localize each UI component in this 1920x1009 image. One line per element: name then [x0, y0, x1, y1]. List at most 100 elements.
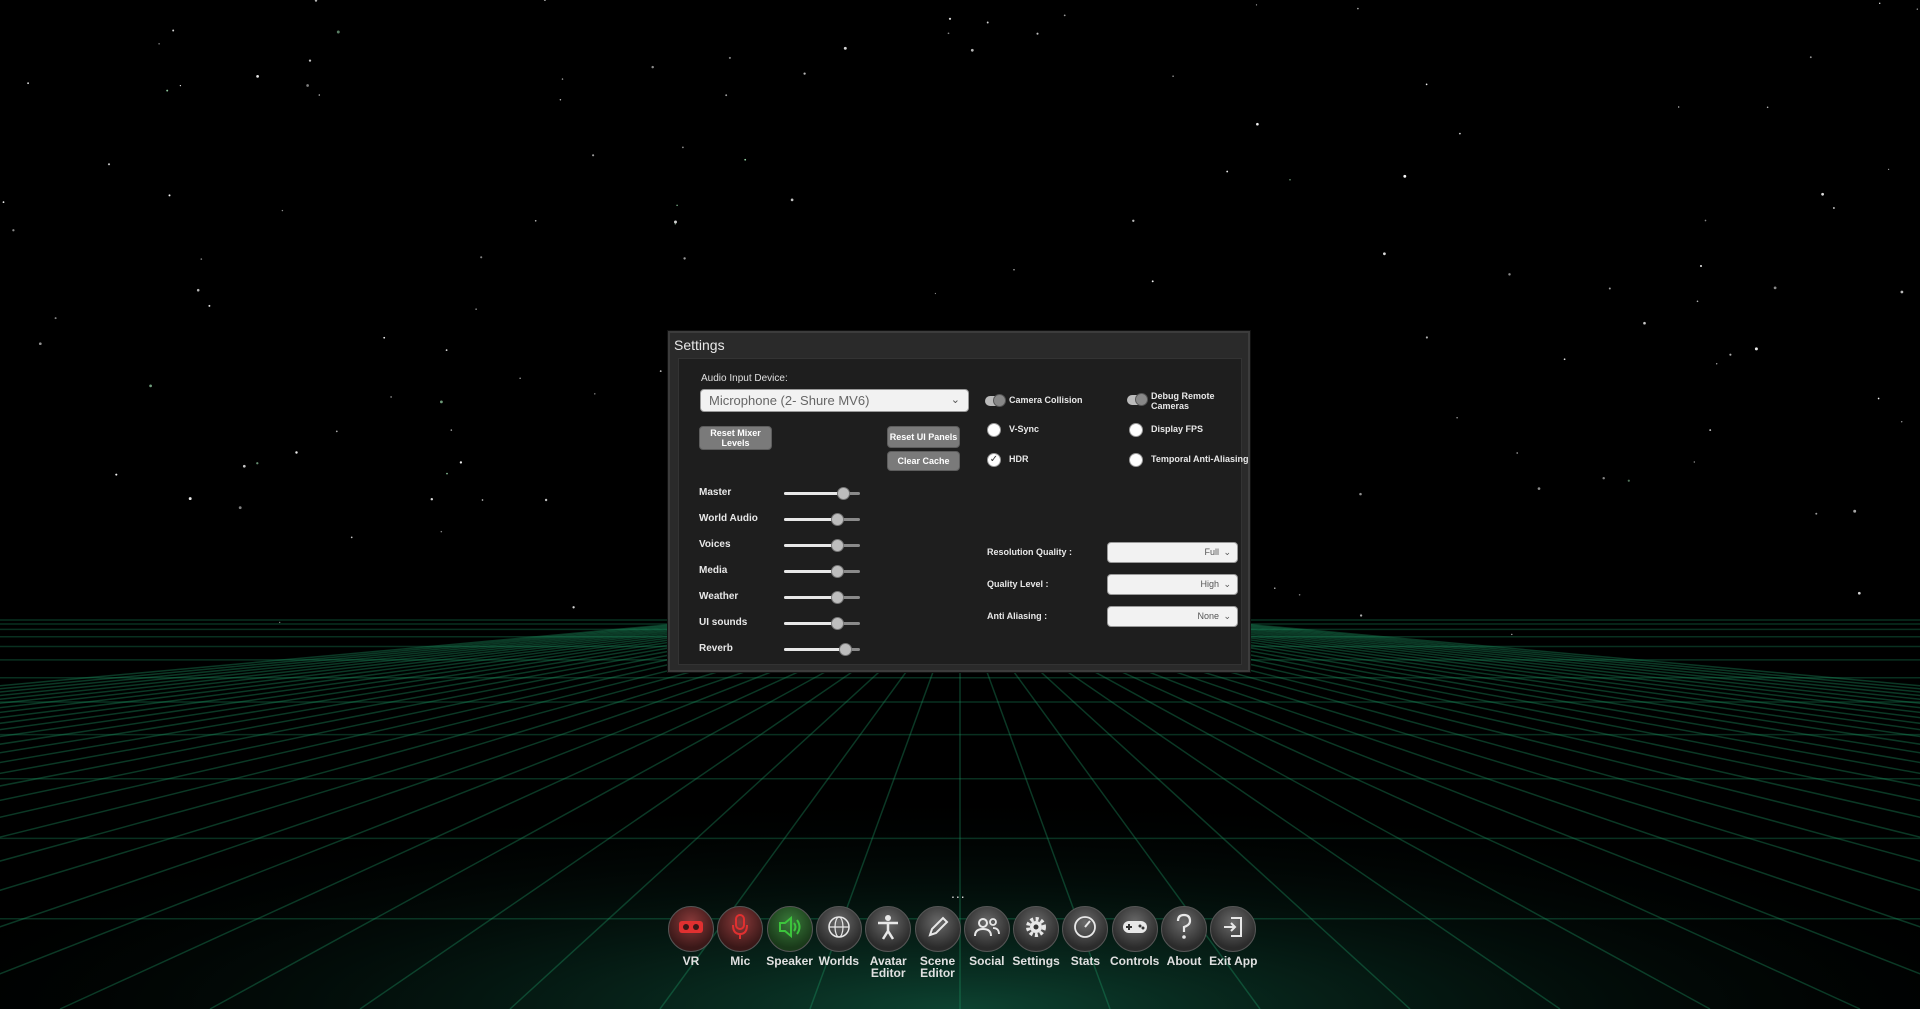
slider-handle[interactable] [831, 617, 845, 630]
gear-icon [1023, 914, 1049, 945]
star [1151, 280, 1154, 283]
star [970, 48, 974, 52]
star [1900, 420, 1903, 423]
slider-handle[interactable] [838, 643, 852, 656]
slider-handle[interactable] [831, 591, 845, 604]
dock-button[interactable] [963, 906, 1010, 952]
temporal-anti-aliasing-checkbox[interactable] [1129, 453, 1143, 467]
dock-item-controls[interactable]: Controls [1110, 906, 1160, 967]
more-menu-button[interactable]: ... [951, 885, 966, 901]
display-fps-checkbox[interactable] [1129, 423, 1143, 437]
star [803, 72, 806, 75]
dock-button[interactable] [1062, 906, 1109, 952]
audio-input-value: Microphone (2- Shure MV6) [709, 393, 870, 408]
star [1693, 461, 1695, 463]
star [947, 32, 950, 35]
dock-item-scene-editor[interactable]: Scene Editor [913, 906, 963, 979]
quality-level-select[interactable]: High ⌄ [1107, 574, 1238, 595]
star [149, 384, 152, 388]
star [659, 370, 662, 373]
dock-item-exit-app[interactable]: Exit App [1208, 906, 1258, 967]
dock-button[interactable] [865, 906, 912, 952]
volume-slider[interactable] [784, 617, 860, 630]
display-fps-option[interactable]: Display FPS [1127, 422, 1237, 438]
dock-item-settings[interactable]: Settings [1011, 906, 1061, 967]
dock-button[interactable] [1013, 906, 1060, 952]
slider-label: Master [699, 487, 732, 498]
dock-button[interactable] [766, 906, 813, 952]
hdr-checkbox[interactable]: ✓ [987, 453, 1001, 467]
star [1172, 75, 1174, 78]
slider-row: Media [699, 564, 869, 578]
slider-label: UI sounds [699, 617, 748, 628]
slider-row: World Audio [699, 512, 869, 526]
camera-collision-toggle[interactable] [985, 394, 1006, 407]
star [1627, 479, 1630, 482]
slider-handle[interactable] [831, 539, 845, 552]
resolution-quality-select[interactable]: Full ⌄ [1107, 542, 1238, 563]
dock-item-stats[interactable]: Stats [1060, 906, 1110, 967]
debug-remote-cameras-label: Debug Remote Cameras [1151, 391, 1215, 411]
dock-item-avatar-editor[interactable]: Avatar Editor [863, 906, 913, 979]
star [1704, 219, 1707, 222]
reset-ui-panels-button[interactable]: Reset UI Panels [887, 426, 960, 448]
star [676, 204, 678, 207]
star [1821, 192, 1824, 196]
dock-item-vr[interactable]: VR [666, 906, 716, 967]
slider-handle[interactable] [837, 487, 851, 500]
anti-aliasing-select[interactable]: None ⌄ [1107, 606, 1238, 627]
volume-slider[interactable] [784, 565, 860, 578]
dock-button[interactable] [1111, 906, 1158, 952]
chevron-down-icon: ⌄ [1223, 579, 1231, 589]
dock-button[interactable] [717, 906, 764, 952]
slider-label: World Audio [699, 513, 758, 524]
star [1255, 4, 1258, 6]
dock-button[interactable] [1210, 906, 1257, 952]
chevron-down-icon: ⌄ [1223, 547, 1231, 557]
star [308, 59, 312, 62]
dock-label: Social [969, 954, 1005, 968]
slider-label: Media [699, 565, 728, 576]
reset-mixer-levels-button[interactable]: Reset Mixer Levels [699, 426, 772, 450]
star [1696, 300, 1699, 303]
temporal-anti-aliasing-option[interactable]: Temporal Anti-Aliasing [1127, 452, 1249, 468]
debug-remote-cameras-toggle[interactable] [1127, 393, 1148, 406]
dock-label: Controls [1110, 954, 1160, 968]
slider-handle[interactable] [831, 513, 845, 526]
camera-collision-option[interactable]: Camera Collision [985, 393, 1095, 409]
star [683, 257, 686, 260]
dock-item-mic[interactable]: Mic [715, 906, 765, 967]
volume-slider[interactable] [784, 487, 860, 500]
dock-item-worlds[interactable]: Worlds [814, 906, 864, 967]
settings-panel: Settings Audio Input Device: Microphone … [668, 331, 1250, 672]
star [728, 56, 731, 59]
star [188, 497, 192, 501]
dock-item-social[interactable]: Social [962, 906, 1012, 967]
dock-button[interactable] [914, 906, 961, 952]
dock-button[interactable] [1161, 906, 1207, 952]
dock-item-speaker[interactable]: Speaker [765, 906, 815, 967]
resolution-quality-label: Resolution Quality : [987, 547, 1073, 557]
audio-input-select[interactable]: Microphone (2- Shure MV6) ⌄ [700, 389, 969, 412]
resolution-quality-row: Resolution Quality : Full ⌄ [987, 542, 1238, 564]
volume-slider[interactable] [784, 643, 860, 656]
dock-item-about[interactable]: About [1159, 906, 1209, 967]
clear-cache-button[interactable]: Clear Cache [887, 451, 960, 471]
debug-remote-cameras-option[interactable]: Debug Remote Cameras [1127, 389, 1237, 411]
hdr-option[interactable]: ✓ HDR [985, 452, 1095, 468]
dock-button[interactable] [668, 906, 714, 952]
volume-slider[interactable] [784, 513, 860, 526]
star [335, 430, 338, 433]
slider-handle[interactable] [831, 565, 845, 578]
volume-slider[interactable] [784, 591, 860, 604]
vsync-label: V-Sync [1009, 424, 1040, 434]
star [1773, 286, 1777, 290]
slider-row: Weather [699, 590, 869, 604]
resolution-quality-value: Full [1204, 547, 1219, 557]
vsync-option[interactable]: V-Sync [985, 422, 1095, 438]
dock-button[interactable] [815, 906, 862, 952]
vsync-checkbox[interactable] [987, 423, 1001, 437]
star [594, 393, 596, 395]
star [1754, 347, 1758, 351]
volume-slider[interactable] [784, 539, 860, 552]
